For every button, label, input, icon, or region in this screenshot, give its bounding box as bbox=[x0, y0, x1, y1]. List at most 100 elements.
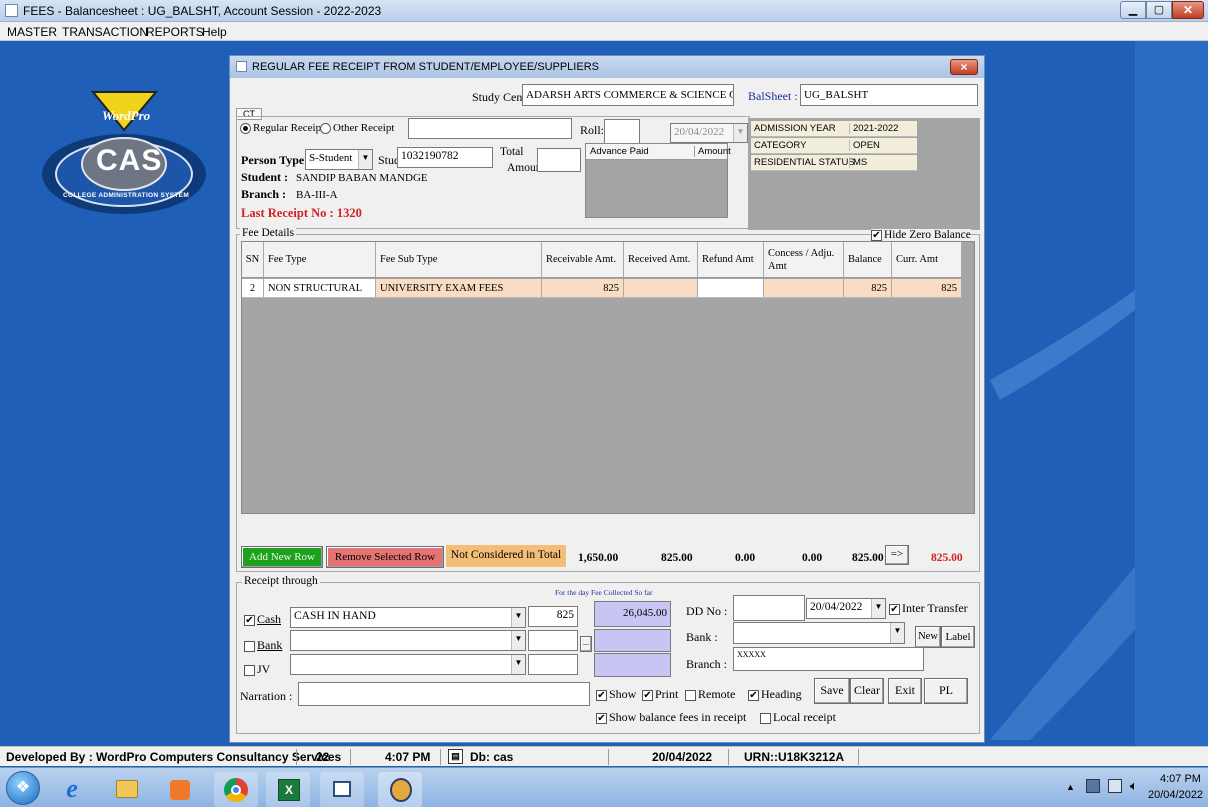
bank-checkbox[interactable]: Bank bbox=[244, 638, 282, 653]
advance-amount-label: Amount bbox=[694, 146, 731, 157]
label-button[interactable]: Label bbox=[941, 626, 975, 648]
clear-button[interactable]: Clear bbox=[850, 678, 884, 704]
cash-amount-field[interactable]: 825 bbox=[528, 606, 578, 627]
col-fee-sub-type: Fee Sub Type bbox=[376, 242, 542, 277]
action-center-icon[interactable] bbox=[1108, 779, 1122, 793]
study-center-field[interactable]: ADARSH ARTS COMMERCE & SCIENCE CO bbox=[522, 84, 734, 106]
menu-master[interactable]: MASTER bbox=[7, 25, 57, 39]
regular-receipt-radio[interactable]: Regular Receipt bbox=[240, 122, 324, 134]
local-receipt-checkbox[interactable]: Local receipt bbox=[760, 710, 836, 725]
dialog-icon bbox=[236, 61, 247, 72]
status-date: 20/04/2022 bbox=[652, 750, 713, 764]
inter-transfer-checkbox[interactable]: ✔ Inter Transfer bbox=[889, 601, 968, 616]
person-type-select[interactable]: S-Student ▼ bbox=[305, 149, 373, 170]
pl-button[interactable]: PL bbox=[924, 678, 968, 704]
advance-paid-label: Advance Paid bbox=[590, 146, 649, 157]
folder-shape bbox=[116, 780, 138, 798]
dd-bank-select[interactable]: ▼ bbox=[733, 622, 905, 644]
info-row: CATEGORY OPEN bbox=[751, 138, 917, 154]
cash-account-select[interactable]: CASH IN HAND ▼ bbox=[290, 607, 526, 628]
save-button[interactable]: Save bbox=[814, 678, 850, 704]
jv-account-select[interactable]: ▼ bbox=[290, 654, 526, 675]
chrome-icon[interactable] bbox=[214, 772, 258, 807]
file-explorer-icon[interactable] bbox=[104, 772, 148, 807]
row-fee-sub-type: UNIVERSITY EXAM FEES bbox=[376, 279, 542, 297]
add-new-row-button[interactable]: Add New Row bbox=[241, 546, 323, 568]
row-curr-amt[interactable]: 825 bbox=[892, 279, 962, 297]
remote-checkbox[interactable]: Remote bbox=[685, 687, 735, 702]
dd-branch-field[interactable]: XXXXX bbox=[733, 647, 924, 671]
student-id-field[interactable]: 1032190782 bbox=[397, 147, 493, 168]
receipt-date-picker[interactable]: 20/04/2022 ▼ bbox=[670, 123, 748, 143]
menu-help[interactable]: Help bbox=[202, 25, 227, 39]
cash-account-value: CASH IN HAND bbox=[294, 610, 376, 622]
show-balance-label: Show balance fees in receipt bbox=[609, 710, 747, 724]
remove-selected-row-button[interactable]: Remove Selected Row bbox=[326, 546, 444, 568]
narration-field[interactable] bbox=[298, 682, 590, 706]
total-concess: 0.00 bbox=[802, 552, 823, 564]
hide-zero-balance-checkbox[interactable]: ✔ Hide Zero Balance bbox=[871, 229, 971, 241]
bank-browse-button[interactable]: ... bbox=[580, 636, 592, 652]
receipt-search-field[interactable] bbox=[408, 118, 572, 139]
menu-transaction[interactable]: TRANSACTION bbox=[62, 25, 148, 39]
cas-app-icon[interactable] bbox=[378, 772, 422, 807]
tray-date[interactable]: 20/04/2022 bbox=[1148, 789, 1203, 801]
category-value: OPEN bbox=[849, 140, 880, 151]
apply-arrow-button[interactable]: => bbox=[885, 545, 909, 565]
not-considered-badge: Not Considered in Total bbox=[446, 545, 566, 567]
row-receivable: 825 bbox=[542, 279, 624, 297]
advance-paid-header: Advance Paid Amount bbox=[586, 144, 731, 160]
checkbox-icon: ✔ bbox=[642, 689, 653, 701]
tray-time[interactable]: 4:07 PM bbox=[1160, 773, 1201, 785]
balsheet-field[interactable]: UG_BALSHT bbox=[800, 84, 978, 106]
total-balance: 825.00 bbox=[852, 552, 884, 564]
checkbox-icon bbox=[760, 712, 771, 724]
row-received[interactable] bbox=[624, 279, 698, 297]
volume-icon[interactable]: 🔈︎ bbox=[1130, 778, 1138, 794]
jv-checkbox[interactable]: JV bbox=[244, 662, 270, 677]
minimize-button[interactable]: ▁ bbox=[1120, 1, 1146, 19]
row-concess[interactable] bbox=[764, 279, 844, 297]
start-button[interactable]: ❖ bbox=[6, 771, 40, 805]
row-sn: 2 bbox=[242, 279, 264, 297]
show-checkbox[interactable]: ✔ Show bbox=[596, 687, 636, 702]
row-refund[interactable] bbox=[698, 279, 764, 297]
exit-button[interactable]: Exit bbox=[888, 678, 922, 704]
heading-checkbox[interactable]: ✔ Heading bbox=[748, 687, 802, 702]
maximize-button[interactable]: ▢ bbox=[1146, 1, 1172, 19]
status-divider bbox=[350, 749, 351, 765]
show-balance-checkbox[interactable]: ✔ Show balance fees in receipt bbox=[596, 710, 746, 725]
print-checkbox[interactable]: ✔ Print bbox=[642, 687, 678, 702]
dd-no-field[interactable] bbox=[733, 595, 805, 621]
bank-account-select[interactable]: ▼ bbox=[290, 630, 526, 651]
wordpro-brand: WordPro bbox=[102, 108, 151, 123]
dd-no-label: DD No : bbox=[686, 604, 728, 618]
total-receivable: 1,650.00 bbox=[578, 552, 619, 564]
internet-explorer-icon[interactable]: e bbox=[50, 772, 94, 807]
calculator-icon[interactable]: ▤ bbox=[448, 749, 463, 764]
total-received: 825.00 bbox=[661, 552, 693, 564]
network-icon[interactable] bbox=[1086, 779, 1100, 793]
excel-icon[interactable]: X bbox=[266, 772, 310, 807]
menu-reports[interactable]: REPORTS bbox=[146, 25, 204, 39]
dd-date-picker[interactable]: 20/04/2022 ▼ bbox=[806, 598, 886, 619]
checkbox-icon: ✔ bbox=[889, 603, 900, 615]
notification-chevron-icon[interactable]: ▲ bbox=[1066, 782, 1075, 792]
local-receipt-label: Local receipt bbox=[773, 710, 836, 724]
fee-receipt-dialog: REGULAR FEE RECEIPT FROM STUDENT/EMPLOYE… bbox=[229, 55, 985, 743]
close-button[interactable]: ✕ bbox=[1172, 1, 1204, 19]
dialog-close-button[interactable]: × bbox=[950, 59, 978, 75]
roll-field[interactable] bbox=[604, 119, 640, 145]
menu-bar: MASTER TRANSACTION REPORTS Help bbox=[0, 22, 1208, 41]
total-amount-field[interactable] bbox=[537, 148, 581, 172]
checkbox-icon: ✔ bbox=[596, 689, 607, 701]
cash-checkbox[interactable]: ✔ Cash bbox=[244, 612, 281, 627]
media-player-icon[interactable] bbox=[158, 772, 202, 807]
window-switcher-icon[interactable] bbox=[320, 772, 364, 807]
new-bank-button[interactable]: New bbox=[915, 626, 941, 648]
jv-amount-field[interactable] bbox=[528, 654, 578, 675]
bank-amount-field[interactable] bbox=[528, 630, 578, 651]
col-sn: SN bbox=[242, 242, 264, 277]
other-receipt-radio[interactable]: Other Receipt bbox=[320, 122, 394, 134]
table-row[interactable]: 2 NON STRUCTURAL UNIVERSITY EXAM FEES 82… bbox=[242, 279, 962, 298]
